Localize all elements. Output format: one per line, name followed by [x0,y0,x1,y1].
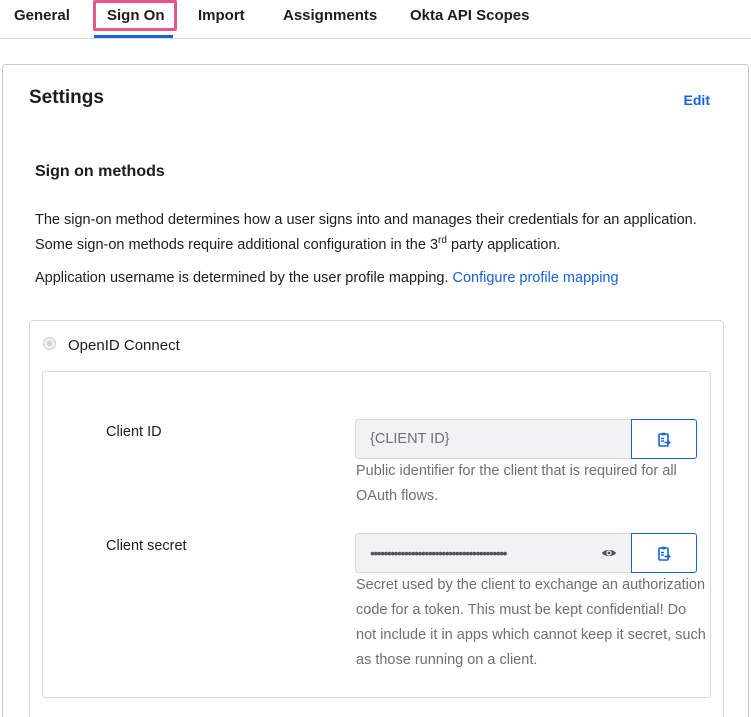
clipboard-icon [657,546,671,561]
client-id-help: Public identifier for the client that is… [356,463,677,504]
clipboard-icon [657,432,671,447]
tab-assignments[interactable]: Assignments [283,7,377,24]
client-id-label: Client ID [106,424,162,440]
client-id-field-group: {CLIENT ID} [355,419,698,459]
description-text: The sign-on method determines how a user… [35,212,697,253]
tab-bar: General Sign On Import Assignments Okta … [0,0,751,39]
tab-okta-api-scopes[interactable]: Okta API Scopes [410,7,530,24]
openid-connect-method: OpenID Connect Client ID {CLIENT ID} Pub… [29,320,724,717]
active-tab-underline [94,35,173,38]
sign-on-methods-title: Sign on methods [35,163,165,180]
settings-panel: Settings Edit Sign on methods The sign-o… [2,64,749,717]
client-id-input[interactable]: {CLIENT ID} [355,419,631,459]
copy-client-secret-button[interactable] [631,533,697,573]
openid-connect-radio[interactable] [43,337,56,350]
description-text-end: party application. [446,237,561,253]
sign-on-methods-description: The sign-on method determines how a user… [35,208,715,258]
copy-client-id-button[interactable] [631,419,697,459]
description-superscript: rd [438,235,447,247]
tab-sign-on[interactable]: Sign On [107,7,165,24]
client-secret-field-group: •••••••••••••••••••••••••••••••••••••••• [355,533,698,573]
tab-general[interactable]: General [14,7,70,24]
settings-title: Settings [29,87,104,108]
configure-profile-mapping-link[interactable]: Configure profile mapping [453,270,619,286]
client-credentials-box: Client ID {CLIENT ID} Public identifier … [42,371,711,698]
username-mapping-text: Application username is determined by th… [35,270,449,286]
username-mapping-line: Application username is determined by th… [35,270,619,286]
client-secret-help: Secret used by the client to exchange an… [356,577,706,668]
client-secret-input[interactable]: •••••••••••••••••••••••••••••••••••••••• [355,533,631,573]
client-secret-label: Client secret [106,538,187,554]
eye-icon[interactable] [601,547,617,559]
edit-link[interactable]: Edit [684,92,710,108]
openid-connect-label: OpenID Connect [68,337,180,354]
tab-import[interactable]: Import [198,7,245,24]
